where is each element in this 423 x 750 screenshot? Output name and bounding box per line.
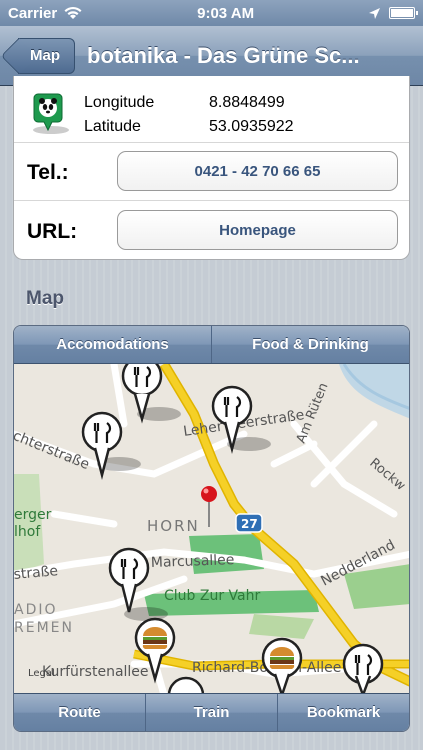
battery-icon [388,7,418,19]
location-arrow-icon [368,7,381,20]
street-label: Marcusallee [151,552,235,571]
clock: 9:03 AM [197,4,255,22]
latitude-value: 53.0935922 [209,118,294,135]
longitude-label: Longitude [84,94,155,111]
details-group: Longitude 8.8848499 Latitude 53.0935922 … [13,76,410,260]
panda-pin-icon [25,90,71,136]
telephone-button[interactable]: 0421 - 42 70 66 65 [117,151,398,191]
area-label: ADIO [14,602,58,618]
homepage-button[interactable]: Homepage [117,210,398,250]
street-label: Kurfürstenallee [42,664,149,680]
telephone-label: Tel.: [27,161,69,184]
legal-link[interactable]: Legal [28,668,55,679]
wifi-icon [63,6,83,20]
map-section-title: Map [26,288,64,309]
status-bar: Carrier 9:03 AM [0,0,423,26]
map-view[interactable]: Leher Heerstraße Am Rüten Rockw chterstr… [14,364,409,695]
longitude-value: 8.8848499 [209,94,285,111]
coordinates-row: Longitude 8.8848499 Latitude 53.0935922 [14,76,409,143]
area-label: lhof [14,524,41,540]
area-label: REMEN [14,620,74,636]
bookmark-button[interactable]: Bookmark [277,694,409,731]
district-label: HORN [147,517,200,535]
back-button-label: Map [30,47,60,64]
map-filter-segmented-control: Accomodations Food & Drinking [14,326,409,364]
carrier-label: Carrier [8,4,58,22]
route-button[interactable]: Route [14,694,145,731]
map-actions-bar: Route Train Bookmark [14,693,409,731]
telephone-row: Tel.: 0421 - 42 70 66 65 [14,143,409,201]
club-label: Club Zur Vahr [164,588,260,604]
page-title: botanika - Das Grüne Sc... [87,42,360,68]
back-button[interactable]: Map [18,37,75,74]
accommodations-filter-button[interactable]: Accomodations [14,326,211,363]
train-button[interactable]: Train [145,694,277,731]
food-drinking-filter-button[interactable]: Food & Drinking [211,326,409,363]
latitude-label: Latitude [84,118,141,135]
road-number: 27 [241,517,258,531]
url-label: URL: [27,220,78,243]
map-panel: Accomodations Food & Drinking Leher Heer… [13,325,410,732]
url-row: URL: Homepage [14,201,409,259]
area-label: erger [14,507,52,523]
